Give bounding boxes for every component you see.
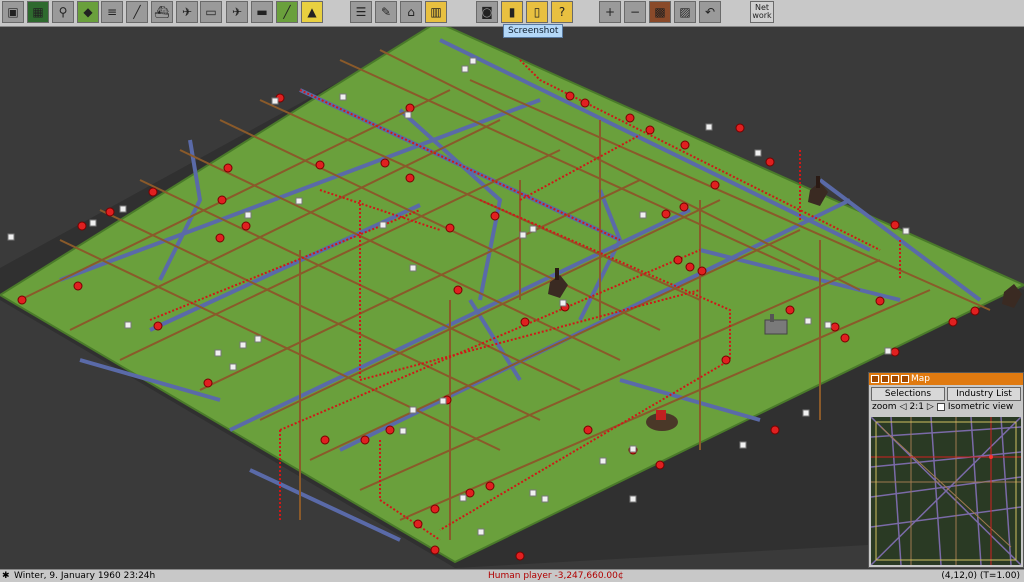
grid-icon[interactable]: ▩ [649, 1, 671, 23]
help-icon[interactable]: ? [551, 1, 573, 23]
pin-icon[interactable] [901, 375, 909, 383]
status-coords: (4,12,0) (T=1.00) [941, 571, 1020, 581]
list-icon[interactable]: ☰ [350, 1, 372, 23]
network-label: Net work [752, 3, 772, 20]
save-icon[interactable]: ▣ [2, 1, 24, 23]
ship-icon[interactable]: ⛴ [151, 1, 173, 23]
status-date: Winter, 9. January 1960 23:24h [14, 571, 156, 581]
plane-icon[interactable]: ▬ [251, 1, 273, 23]
status-player: Human player [488, 571, 552, 581]
zoom-label: zoom [872, 402, 897, 412]
zoom-up-arrow-icon[interactable]: ▷ [927, 401, 934, 413]
road-icon[interactable]: ╱ [126, 1, 148, 23]
airport-icon[interactable]: ✈ [176, 1, 198, 23]
search-icon[interactable]: ⚲ [52, 1, 74, 23]
industry-list-button[interactable]: Industry List [947, 387, 1021, 401]
toolbar: ▣ ▦ ⚲ ◆ ≡ ╱ ⛴ ✈ ▭ ✈ ▬ ╱ ▲ ☰ ✎ ⌂ ▥ ◙ ▮ ▯ … [0, 0, 1024, 27]
hatch-icon[interactable]: ▨ [674, 1, 696, 23]
zoom-down-arrow-icon[interactable]: ◁ [900, 401, 907, 413]
zoom-out-icon[interactable]: − [624, 1, 646, 23]
isometric-label: Isometric view [947, 402, 1014, 412]
screenshot-tooltip: Screenshot [503, 24, 564, 38]
minimap-title: Map [911, 374, 930, 384]
railway-icon[interactable]: ≡ [101, 1, 123, 23]
status-player-money: Human player -3,247,660.00¢ [488, 570, 624, 582]
chart-icon[interactable]: ⌂ [400, 1, 422, 23]
status-money: -3,247,660.00¢ [554, 571, 624, 581]
terrain-icon[interactable]: ◆ [77, 1, 99, 23]
monorail-icon[interactable]: ✈ [226, 1, 248, 23]
finance-icon[interactable]: ▯ [526, 1, 548, 23]
undo-icon[interactable]: ↶ [699, 1, 721, 23]
zoom-value: 2:1 [909, 402, 924, 412]
status-bar: ✱ Winter, 9. January 1960 23:24h Human p… [0, 569, 1024, 582]
network-button[interactable]: Net work [750, 1, 774, 23]
selections-button[interactable]: Selections [871, 387, 945, 401]
maglev-icon[interactable]: ╱ [276, 1, 298, 23]
zoom-in-icon[interactable]: + [599, 1, 621, 23]
narrowgauge-icon[interactable]: ▲ [301, 1, 323, 23]
minimap-icon[interactable]: ▦ [27, 1, 49, 23]
close-icon[interactable] [871, 375, 879, 383]
minimap-canvas[interactable] [871, 417, 1021, 565]
minimap-window: Map Selections Industry List zoom ◁ 2:1 … [868, 372, 1024, 568]
help-icon[interactable] [891, 375, 899, 383]
gear-icon[interactable]: ✱ [2, 572, 10, 581]
money-icon[interactable]: ▥ [425, 1, 447, 23]
message-icon[interactable]: ✎ [375, 1, 397, 23]
tram-icon[interactable]: ▭ [200, 1, 222, 23]
trash-icon[interactable]: ▮ [501, 1, 523, 23]
isometric-checkbox[interactable] [936, 403, 945, 411]
minimap-titlebar[interactable]: Map [869, 373, 1023, 385]
collapse-icon[interactable] [881, 375, 889, 383]
camera-icon[interactable]: ◙ [476, 1, 498, 23]
